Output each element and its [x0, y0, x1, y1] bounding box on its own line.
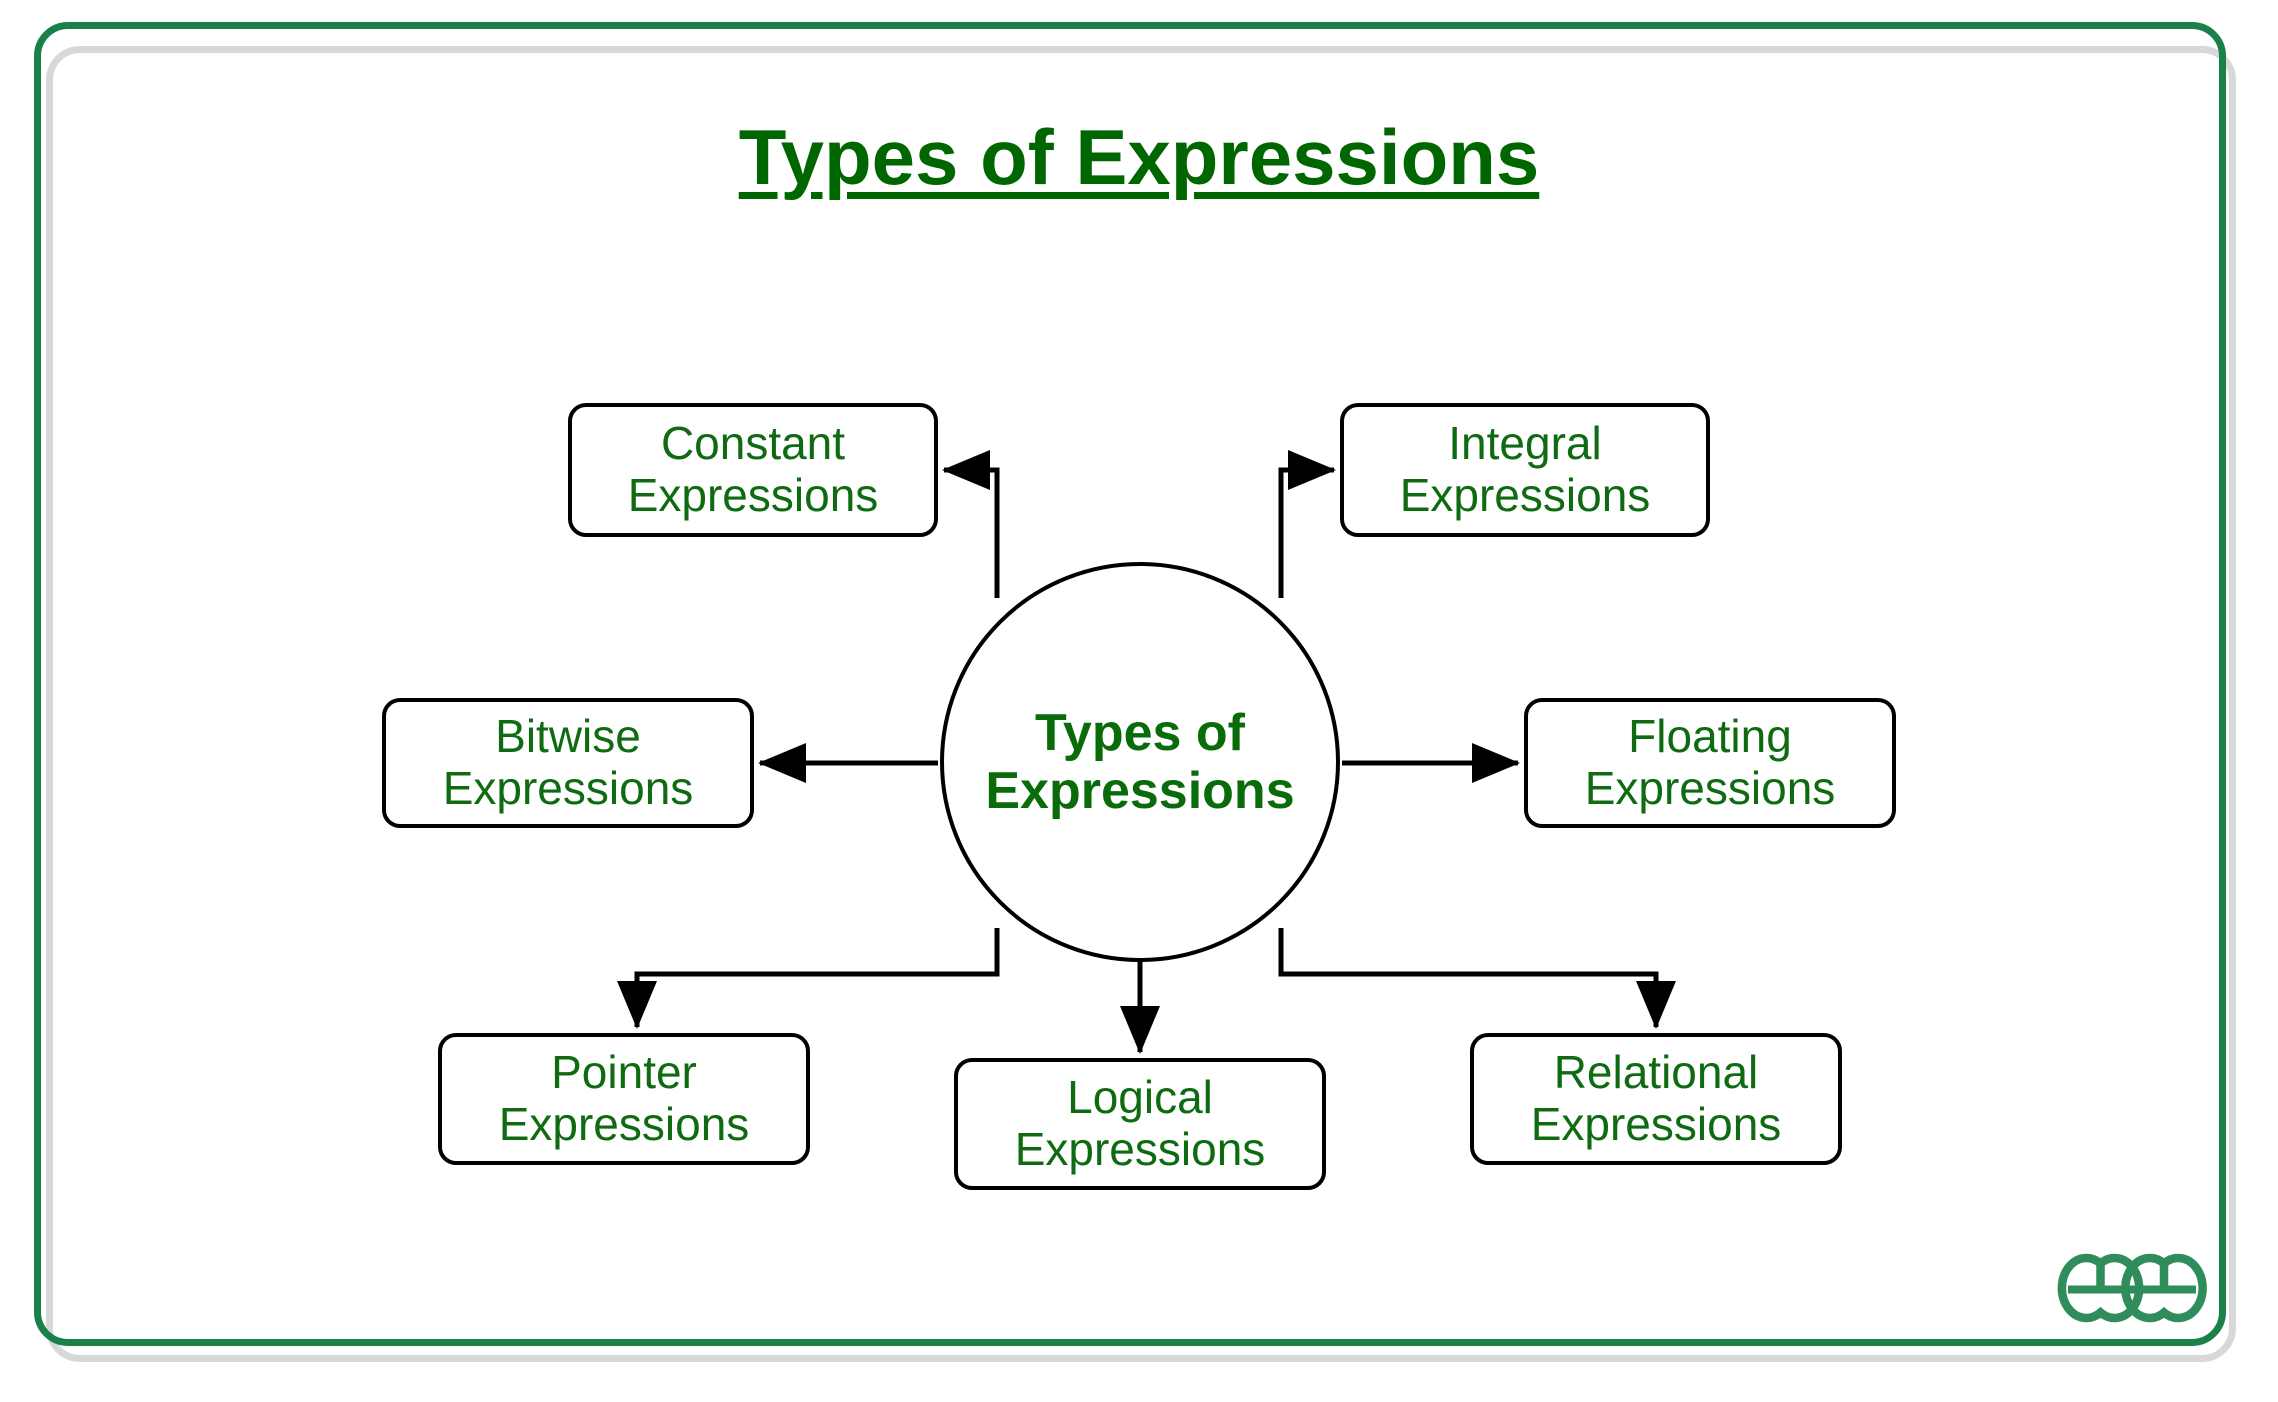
node-integral-expressions[interactable]: Integral Expressions	[1340, 403, 1710, 537]
geeksforgeeks-logo	[2057, 1253, 2207, 1323]
node-floating-expressions-label: Floating Expressions	[1584, 710, 1836, 814]
node-bitwise-expressions[interactable]: Bitwise Expressions	[382, 698, 754, 828]
node-integral-expressions-label: Integral Expressions	[1399, 417, 1651, 521]
node-bitwise-expressions-label: Bitwise Expressions	[442, 710, 694, 814]
node-constant-expressions-label: Constant Expressions	[627, 417, 879, 521]
node-floating-expressions[interactable]: Floating Expressions	[1524, 698, 1896, 828]
node-relational-expressions[interactable]: Relational Expressions	[1470, 1033, 1842, 1165]
node-constant-expressions[interactable]: Constant Expressions	[568, 403, 938, 537]
node-relational-expressions-label: Relational Expressions	[1530, 1046, 1782, 1150]
node-pointer-expressions[interactable]: Pointer Expressions	[438, 1033, 810, 1165]
node-pointer-expressions-label: Pointer Expressions	[498, 1046, 750, 1150]
page-title: Types of Expressions	[738, 113, 1540, 201]
node-logical-expressions[interactable]: Logical Expressions	[954, 1058, 1326, 1190]
hub-node-label: Types of Expressions	[985, 703, 1295, 820]
node-logical-expressions-label: Logical Expressions	[1014, 1071, 1266, 1175]
diagram-canvas: Types of Expressions Types of Expression…	[0, 0, 2278, 1402]
hub-node-types-of-expressions[interactable]: Types of Expressions	[940, 562, 1340, 962]
